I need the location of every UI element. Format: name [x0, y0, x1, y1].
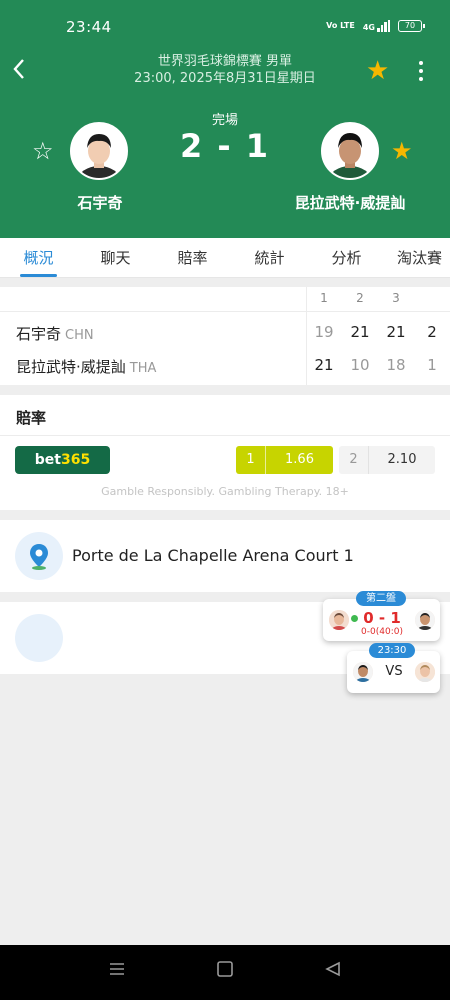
favorite-player1-button[interactable]: ☆ — [32, 137, 54, 165]
menu-icon — [110, 963, 124, 975]
divider — [0, 311, 450, 312]
set-score: 19 — [314, 323, 334, 341]
system-nav-bar — [0, 945, 450, 1000]
odds-title: 賠率 — [16, 409, 47, 427]
odds-value: 1.66 — [285, 452, 314, 467]
venue-section[interactable]: Porte de La Chapelle Arena Court 1 — [0, 520, 450, 592]
star-icon: ★ — [366, 56, 390, 86]
favorite-match-button[interactable]: ★ — [366, 56, 389, 86]
row-player-name: 石宇奇 CHN — [16, 323, 94, 344]
chevron-left-icon — [13, 59, 24, 79]
favorite-player2-button[interactable]: ★ — [391, 137, 413, 165]
star-icon: ★ — [391, 137, 413, 165]
start-time-badge: 23:30 — [369, 643, 415, 658]
set-header: 2 — [356, 291, 364, 305]
player1-avatar[interactable] — [70, 122, 128, 180]
tab-chat[interactable]: 聊天 — [77, 238, 154, 277]
divider — [0, 435, 450, 436]
match-status: 完場 — [211, 113, 238, 128]
system-back-button[interactable] — [324, 961, 342, 982]
set-score: 10 — [350, 356, 370, 374]
odds-home-button[interactable]: 1 1.66 — [236, 446, 333, 474]
status-bar: 23:44 Vo LTE 4G 70 — [0, 0, 450, 52]
more-vertical-icon — [414, 61, 428, 81]
upcoming-match-mini-card[interactable]: 23:30 VS — [347, 643, 440, 693]
tab-analysis[interactable]: 分析 — [308, 238, 385, 277]
total-sets: 2 — [427, 323, 437, 341]
bookmaker-logo[interactable]: bet365 — [15, 446, 110, 474]
player-name: 石宇奇 — [16, 325, 62, 343]
country-code: THA — [129, 361, 157, 376]
more-options-button[interactable] — [414, 58, 428, 86]
odds-key: 1 — [236, 446, 266, 474]
volte-icon: Vo LTE — [326, 21, 355, 30]
player-avatar — [415, 662, 435, 682]
odds-section: 賠率 bet365 1 1.66 2 2.10 Gamble Responsib… — [0, 395, 450, 510]
home-square-icon — [217, 961, 233, 977]
tab-overview[interactable]: 概況 — [0, 238, 77, 277]
location-pin-icon — [15, 532, 63, 580]
set-score: 18 — [386, 356, 406, 374]
tab-odds[interactable]: 賠率 — [154, 238, 231, 277]
player-avatar — [353, 662, 373, 682]
tab-knockout[interactable]: 淘汰賽 — [385, 238, 450, 277]
bookmaker-name-suffix: 365 — [60, 452, 91, 468]
serving-indicator-icon — [351, 615, 358, 622]
tab-stats[interactable]: 統計 — [231, 238, 308, 277]
player1-name[interactable]: 石宇奇 — [40, 192, 160, 213]
set-score: 21 — [350, 323, 370, 341]
set-header: 1 — [320, 291, 328, 305]
row-player-name: 昆拉武特·威提訕 THA — [16, 356, 156, 377]
total-sets: 1 — [427, 356, 437, 374]
gambling-disclaimer[interactable]: Gamble Responsibly. Gambling Therapy. 18… — [0, 485, 450, 498]
versus-label: VS — [385, 664, 403, 679]
match-datetime: 23:00, 2025年8月31日星期日 — [134, 71, 316, 86]
battery-icon: 70 — [398, 20, 425, 32]
live-game-score: 0-0(40:0) — [361, 627, 403, 637]
status-icons: Vo LTE 4G 70 — [326, 20, 425, 32]
live-score: 0 - 1 — [363, 609, 401, 627]
player-name: 昆拉武特·威提訕 — [16, 358, 126, 376]
player2-name[interactable]: 昆拉武特·威提訕 — [280, 192, 420, 213]
odds-key: 2 — [339, 446, 369, 474]
odds-away-button[interactable]: 2 2.10 — [339, 446, 435, 474]
star-outline-icon: ☆ — [32, 137, 54, 165]
player-photo — [72, 124, 126, 178]
recent-apps-button[interactable] — [108, 961, 126, 982]
signal-icon: 4G — [363, 20, 390, 32]
venue-name: Porte de La Chapelle Arena Court 1 — [72, 546, 354, 565]
status-time: 23:44 — [66, 18, 112, 36]
back-triangle-icon — [325, 961, 340, 977]
player2-avatar[interactable] — [321, 122, 379, 180]
set-badge: 第二盤 — [356, 591, 406, 606]
competition-name: 世界羽毛球錦標賽 男單 — [157, 54, 293, 69]
player-photo — [323, 124, 377, 178]
tab-bar: 概況 聊天 賠率 統計 分析 淘汰賽 — [0, 238, 450, 278]
home-button[interactable] — [216, 961, 234, 982]
bookmaker-name: bet — [34, 452, 61, 468]
match-score: 2 - 1 — [179, 127, 271, 165]
odds-value: 2.10 — [387, 452, 417, 467]
network-type: 4G — [362, 23, 375, 32]
set-score: 21 — [386, 323, 406, 341]
scoreboard: 1 2 3 石宇奇 CHN 19 21 21 2 昆拉武特·威提訕 THA 21 1… — [0, 287, 450, 385]
back-button[interactable] — [12, 58, 32, 84]
signal-bars — [377, 20, 390, 32]
set-header: 3 — [392, 291, 400, 305]
match-header: 23:44 Vo LTE 4G 70 世界羽毛球錦標賽 男單 23:00, 20… — [0, 0, 450, 238]
set-score: 21 — [314, 356, 334, 374]
player-avatar — [415, 610, 435, 630]
live-match-mini-card[interactable]: 第二盤 0 - 1 0-0(40:0) — [323, 591, 440, 641]
country-code: CHN — [65, 328, 94, 343]
placeholder-icon — [15, 614, 63, 662]
match-info: 世界羽毛球錦標賽 男單 23:00, 2025年8月31日星期日 — [100, 53, 350, 87]
